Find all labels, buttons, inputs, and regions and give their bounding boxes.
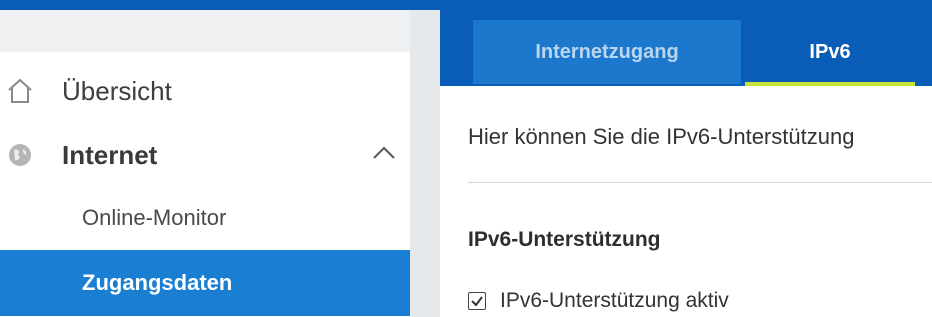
sidebar-header bbox=[0, 10, 410, 52]
sidebar-item-uebersicht[interactable]: Übersicht bbox=[0, 68, 410, 114]
ipv6-support-checkbox[interactable] bbox=[468, 292, 486, 310]
section-title: IPv6-Unterstützung bbox=[468, 228, 661, 251]
divider bbox=[468, 182, 932, 183]
globe-icon bbox=[6, 141, 34, 169]
sidebar-item-zugangsdaten[interactable]: Zugangsdaten bbox=[0, 250, 410, 316]
home-icon bbox=[6, 77, 34, 105]
sidebar-item-label: Internet bbox=[62, 139, 158, 170]
checkbox-label: IPv6-Unterstützung aktiv bbox=[500, 289, 729, 312]
tab-ipv6[interactable]: IPv6 bbox=[745, 20, 915, 84]
main-content: Hier können Sie die IPv6-Unterstützung I… bbox=[440, 86, 932, 317]
sidebar-item-label: Übersicht bbox=[62, 75, 172, 106]
tab-label: Internetzugang bbox=[535, 40, 679, 63]
tab-internetzugang[interactable]: Internetzugang bbox=[473, 20, 741, 84]
tab-label: IPv6 bbox=[809, 40, 851, 63]
tab-bar: Internetzugang IPv6 bbox=[440, 10, 932, 86]
sidebar-item-label: Zugangsdaten bbox=[82, 270, 233, 295]
intro-text: Hier können Sie die IPv6-Unterstützung bbox=[468, 124, 855, 149]
sidebar-item-online-monitor[interactable]: Online-Monitor bbox=[0, 196, 410, 240]
top-bar bbox=[0, 0, 932, 10]
sidebar-item-label: Online-Monitor bbox=[82, 205, 227, 230]
sidebar-item-internet[interactable]: Internet bbox=[0, 132, 410, 178]
checkmark-icon bbox=[471, 296, 483, 307]
ipv6-support-checkbox-row[interactable]: IPv6-Unterstützung aktiv bbox=[468, 286, 729, 316]
chevron-up-icon[interactable] bbox=[370, 140, 398, 168]
